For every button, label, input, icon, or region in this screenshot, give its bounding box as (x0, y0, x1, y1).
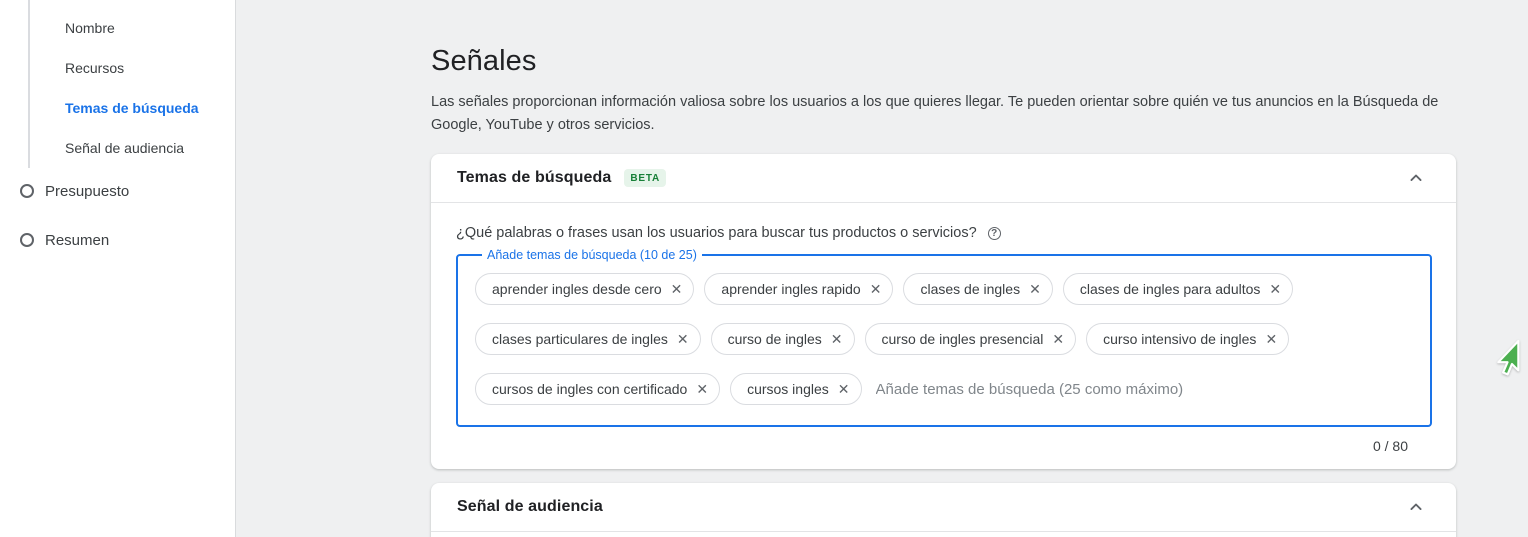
search-topic-chip[interactable]: cursos ingles ✕ (730, 373, 862, 405)
remove-chip-icon[interactable]: ✕ (1269, 282, 1281, 296)
add-topic-input[interactable] (871, 373, 1414, 405)
page-title: Señales (431, 45, 537, 77)
remove-chip-icon[interactable]: ✕ (1029, 282, 1041, 296)
search-topic-chip[interactable]: cursos de ingles con certificado ✕ (475, 373, 721, 405)
remove-chip-icon[interactable]: ✕ (838, 382, 850, 396)
fieldset-label: Añade temas de búsqueda (10 de 25) (487, 248, 697, 262)
page-description: Las señales proporcionan información val… (431, 94, 1439, 133)
search-topics-card-body: ¿Qué palabras o frases usan los usuarios… (431, 203, 1456, 469)
question-row: ¿Qué palabras o frases usan los usuarios… (456, 225, 1432, 241)
signals-subnav: Nombre Recursos Temas de búsqueda Señal … (0, 0, 235, 158)
search-topic-chip[interactable]: clases de ingles ✕ (903, 273, 1053, 305)
sidebar-step-resumen[interactable]: Resumen (0, 230, 235, 250)
chip-label: curso de ingles (727, 331, 822, 347)
search-topic-chip[interactable]: curso de ingles ✕ (710, 323, 855, 355)
search-topics-card-title: Temas de búsqueda (457, 169, 612, 186)
sidebar-step-presupuesto[interactable]: Presupuesto (0, 181, 235, 201)
search-topics-card: Temas de búsqueda BETA ¿Qué palabras o f… (431, 154, 1456, 469)
audience-signal-card-title: Señal de audiencia (457, 498, 603, 515)
chip-label: aprender ingles desde cero (492, 281, 662, 297)
question-text: ¿Qué palabras o frases usan los usuarios… (456, 225, 977, 241)
chevron-up-icon (1410, 174, 1422, 181)
chips-container: aprender ingles desde cero ✕ aprender ing… (475, 273, 1414, 405)
remove-chip-icon[interactable]: ✕ (677, 332, 689, 346)
chip-label: clases de ingles para adultos (1079, 281, 1261, 297)
chip-label: cursos de ingles con certificado (492, 381, 688, 397)
audience-signal-card: Señal de audiencia (431, 483, 1456, 537)
char-counter: 0 / 80 (1372, 438, 1408, 454)
remove-chip-icon[interactable]: ✕ (671, 282, 683, 296)
beta-badge: BETA (624, 169, 667, 187)
help-icon[interactable]: ? (987, 226, 1001, 240)
sidebar-item-nombre[interactable]: Nombre (0, 18, 235, 38)
audience-signal-card-header: Señal de audiencia (431, 483, 1456, 532)
remove-chip-icon[interactable]: ✕ (1052, 332, 1064, 346)
search-topics-fieldset: Añade temas de búsqueda (10 de 25) apren… (456, 248, 1432, 427)
step-radio-circle-icon (20, 184, 34, 198)
remove-chip-icon[interactable]: ✕ (696, 382, 708, 396)
step-radio-circle-icon (20, 233, 34, 247)
step-label: Resumen (45, 231, 110, 249)
step-label: Presupuesto (45, 182, 130, 200)
collapse-audience-signal-button[interactable] (1400, 491, 1432, 523)
sidebar-item-senal-de-audiencia[interactable]: Señal de audiencia (0, 138, 235, 158)
chip-label: curso de ingles presencial (881, 331, 1044, 347)
sidebar-item-temas-de-busqueda[interactable]: Temas de búsqueda (0, 98, 235, 118)
remove-chip-icon[interactable]: ✕ (831, 332, 843, 346)
stepper-rail-line (28, 0, 30, 168)
chip-label: clases particulares de ingles (492, 331, 668, 347)
chip-label: aprender ingles rapido (721, 281, 861, 297)
search-topic-chip[interactable]: clases particulares de ingles ✕ (475, 323, 701, 355)
main-content: Señales Las señales proporcionan informa… (236, 0, 1528, 537)
search-topics-card-header: Temas de búsqueda BETA (431, 154, 1456, 203)
search-topic-chip[interactable]: curso intensivo de ingles ✕ (1086, 323, 1290, 355)
sidebar: Nombre Recursos Temas de búsqueda Señal … (0, 0, 236, 537)
campaign-setup-page: Nombre Recursos Temas de búsqueda Señal … (0, 0, 1528, 537)
remove-chip-icon[interactable]: ✕ (870, 282, 882, 296)
search-topic-chip[interactable]: aprender ingles desde cero ✕ (475, 273, 695, 305)
sidebar-item-recursos[interactable]: Recursos (0, 58, 235, 78)
search-topic-chip[interactable]: clases de ingles para adultos ✕ (1062, 273, 1294, 305)
chip-label: cursos ingles (747, 381, 829, 397)
chip-label: clases de ingles (920, 281, 1021, 297)
chip-label: curso intensivo de ingles (1103, 331, 1257, 347)
search-topic-chip[interactable]: aprender ingles rapido ✕ (704, 273, 894, 305)
collapse-search-topics-button[interactable] (1400, 162, 1432, 194)
search-topic-chip[interactable]: curso de ingles presencial ✕ (864, 323, 1077, 355)
chevron-up-icon (1410, 503, 1422, 510)
remove-chip-icon[interactable]: ✕ (1265, 332, 1277, 346)
